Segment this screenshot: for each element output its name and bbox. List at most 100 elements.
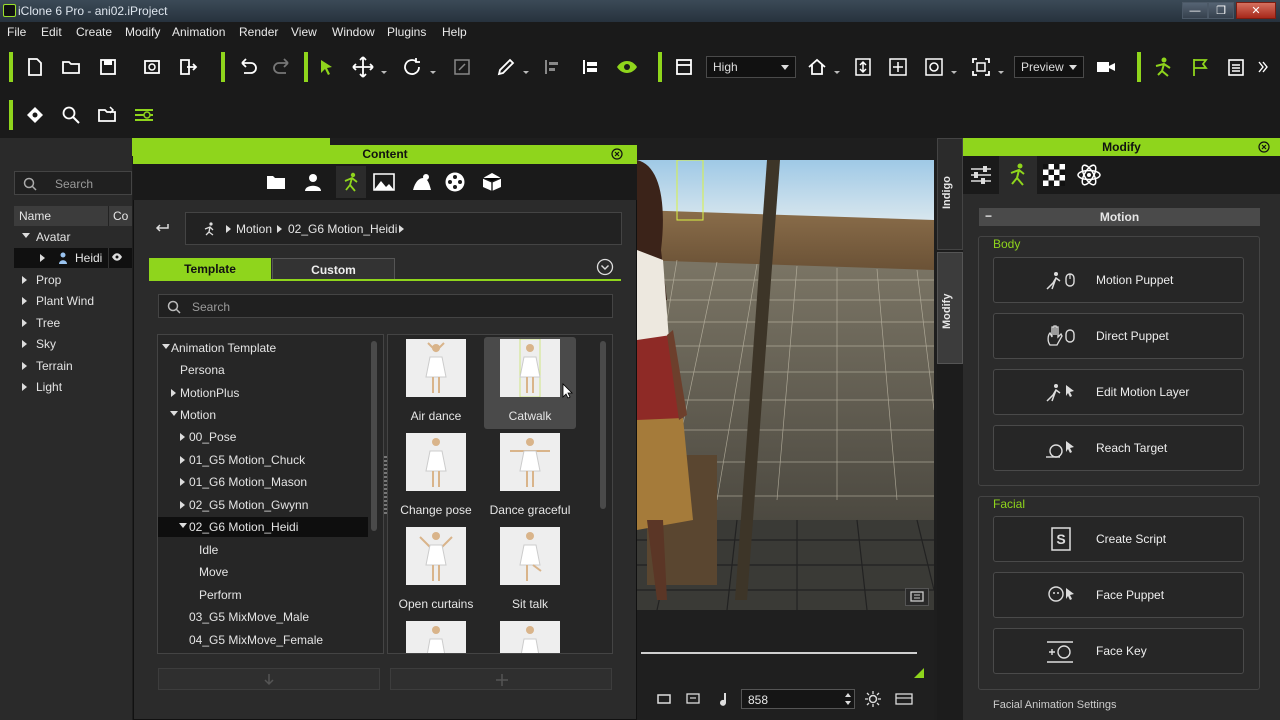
export-icon[interactable] [176,55,200,79]
undo-icon[interactable] [235,55,259,79]
resize-corner-icon[interactable] [914,668,924,678]
menu-modify[interactable]: Modify [125,25,160,39]
pan-icon[interactable] [886,55,910,79]
pivot-icon[interactable] [23,103,47,127]
tab-template[interactable]: Template [149,258,271,280]
stage-category-icon[interactable] [373,172,395,192]
new-file-icon[interactable] [23,55,47,79]
music-note-icon[interactable] [717,691,731,707]
close-icon[interactable] [611,148,623,160]
content-search-input[interactable]: Search [158,294,613,318]
toolbar-overflow-icon[interactable] [1257,60,1269,74]
scene-search-input[interactable]: Search [14,171,132,195]
breadcrumb-heidi[interactable]: 02_G6 Motion_Heidi [288,222,397,236]
scene-item-avatar[interactable]: Avatar [14,227,132,247]
move-icon[interactable] [351,55,375,79]
back-arrow-icon[interactable] [154,222,170,234]
tab-indigo[interactable]: Indigo [937,138,963,250]
tree-mixmove-male[interactable]: 03_G5 MixMove_Male [158,607,368,627]
sliders-icon[interactable] [969,163,993,187]
tree-chuck[interactable]: 01_G5 Motion_Chuck [158,450,368,470]
thumb-change-pose[interactable] [406,433,466,491]
tab-custom[interactable]: Custom [272,258,395,280]
menu-plugins[interactable]: Plugins [387,25,426,39]
loop-icon[interactable] [656,691,672,707]
minimize-button[interactable]: — [1182,2,1208,19]
tree-motionplus[interactable]: MotionPlus [158,383,368,403]
menu-file[interactable]: File [7,25,26,39]
add-button[interactable] [390,668,612,690]
media-category-icon[interactable] [444,171,466,193]
menu-animation[interactable]: Animation [172,25,225,39]
timeline-toggle-icon[interactable] [895,691,913,707]
tree-mixmove-female[interactable]: 04_G5 MixMove_Female [158,630,368,650]
menu-help[interactable]: Help [442,25,467,39]
close-button[interactable]: ✕ [1236,2,1276,19]
face-key-button[interactable]: Face Key [993,628,1244,674]
scene-item-plant-wind[interactable]: Plant Wind [14,291,132,311]
thumb-scrollbar[interactable] [600,341,606,509]
face-puppet-button[interactable]: Face Puppet [993,572,1244,618]
tree-perform[interactable]: Perform [158,585,368,605]
close-icon[interactable] [1258,141,1270,153]
avatar-category-icon[interactable] [303,172,323,192]
tree-move[interactable]: Move [158,562,368,582]
motion-section-header[interactable]: − Motion [979,208,1260,226]
scale-icon[interactable] [450,55,474,79]
distribute-icon[interactable] [579,55,603,79]
scene-item-prop[interactable]: Prop [14,270,132,290]
tab-modify[interactable]: Modify [937,252,963,364]
facial-animation-settings-label[interactable]: Facial Animation Settings [993,700,1117,711]
breadcrumb-motion[interactable]: Motion [236,222,272,236]
direct-puppet-button[interactable]: Direct Puppet [993,313,1244,359]
checker-material-icon[interactable] [1043,164,1065,186]
create-script-button[interactable]: S Create Script [993,516,1244,562]
tree-idle[interactable]: Idle [158,540,368,560]
motion-filter-icon[interactable] [132,103,156,127]
script-list-icon[interactable] [1224,55,1248,79]
subtitle-icon[interactable] [685,691,701,707]
thumb-open-curtains[interactable] [406,527,466,585]
options-chevron-icon[interactable] [596,258,614,276]
render-mode-dropdown[interactable]: Preview [1014,56,1084,78]
scene-item-sky[interactable]: Sky [14,334,132,354]
download-button[interactable] [158,668,380,690]
align-icon[interactable] [541,55,565,79]
thumb-air-dance[interactable] [406,339,466,397]
tree-pose[interactable]: 00_Pose [158,427,368,447]
reach-target-button[interactable]: Reach Target [993,425,1244,471]
tree-motion[interactable]: Motion [158,405,368,425]
frame-number-input[interactable]: 858 [741,689,855,709]
tree-heidi-selected[interactable]: 02_G6 Motion_Heidi [158,517,368,537]
pick-icon[interactable] [494,55,518,79]
search-object-icon[interactable] [59,103,83,127]
menu-window[interactable]: Window [332,25,375,39]
column-name[interactable]: Name [19,209,51,223]
flag-icon[interactable] [1188,55,1212,79]
fit-view-icon[interactable] [969,55,993,79]
character-pose-icon[interactable] [1151,55,1175,79]
menu-view[interactable]: View [291,25,317,39]
motion-category-tab[interactable] [336,166,366,198]
prop-category-icon[interactable] [481,172,503,192]
caption-toggle-icon[interactable] [905,588,929,606]
tree-scrollbar[interactable] [371,341,377,531]
select-arrow-icon[interactable] [314,55,338,79]
restore-button[interactable]: ❐ [1208,2,1234,19]
save-icon[interactable] [96,55,120,79]
menu-edit[interactable]: Edit [41,25,62,39]
visibility-eye-icon[interactable] [112,253,122,261]
timeline-track[interactable] [641,652,917,654]
modify-motion-tab[interactable] [999,156,1037,194]
tree-gwynn[interactable]: 02_G5 Motion_Gwynn [158,495,368,515]
thumb-dance-graceful[interactable] [500,433,560,491]
set-category-icon[interactable] [411,172,433,192]
tree-persona[interactable]: Persona [158,360,368,380]
open-folder-icon[interactable] [59,55,83,79]
viewport-layout-icon[interactable] [672,55,696,79]
project-settings-icon[interactable] [140,55,164,79]
scene-item-heidi[interactable]: Heidi [14,248,132,268]
zoom-vertical-icon[interactable] [851,55,875,79]
tree-mason[interactable]: 01_G6 Motion_Mason [158,472,368,492]
redo-icon[interactable] [271,55,295,79]
